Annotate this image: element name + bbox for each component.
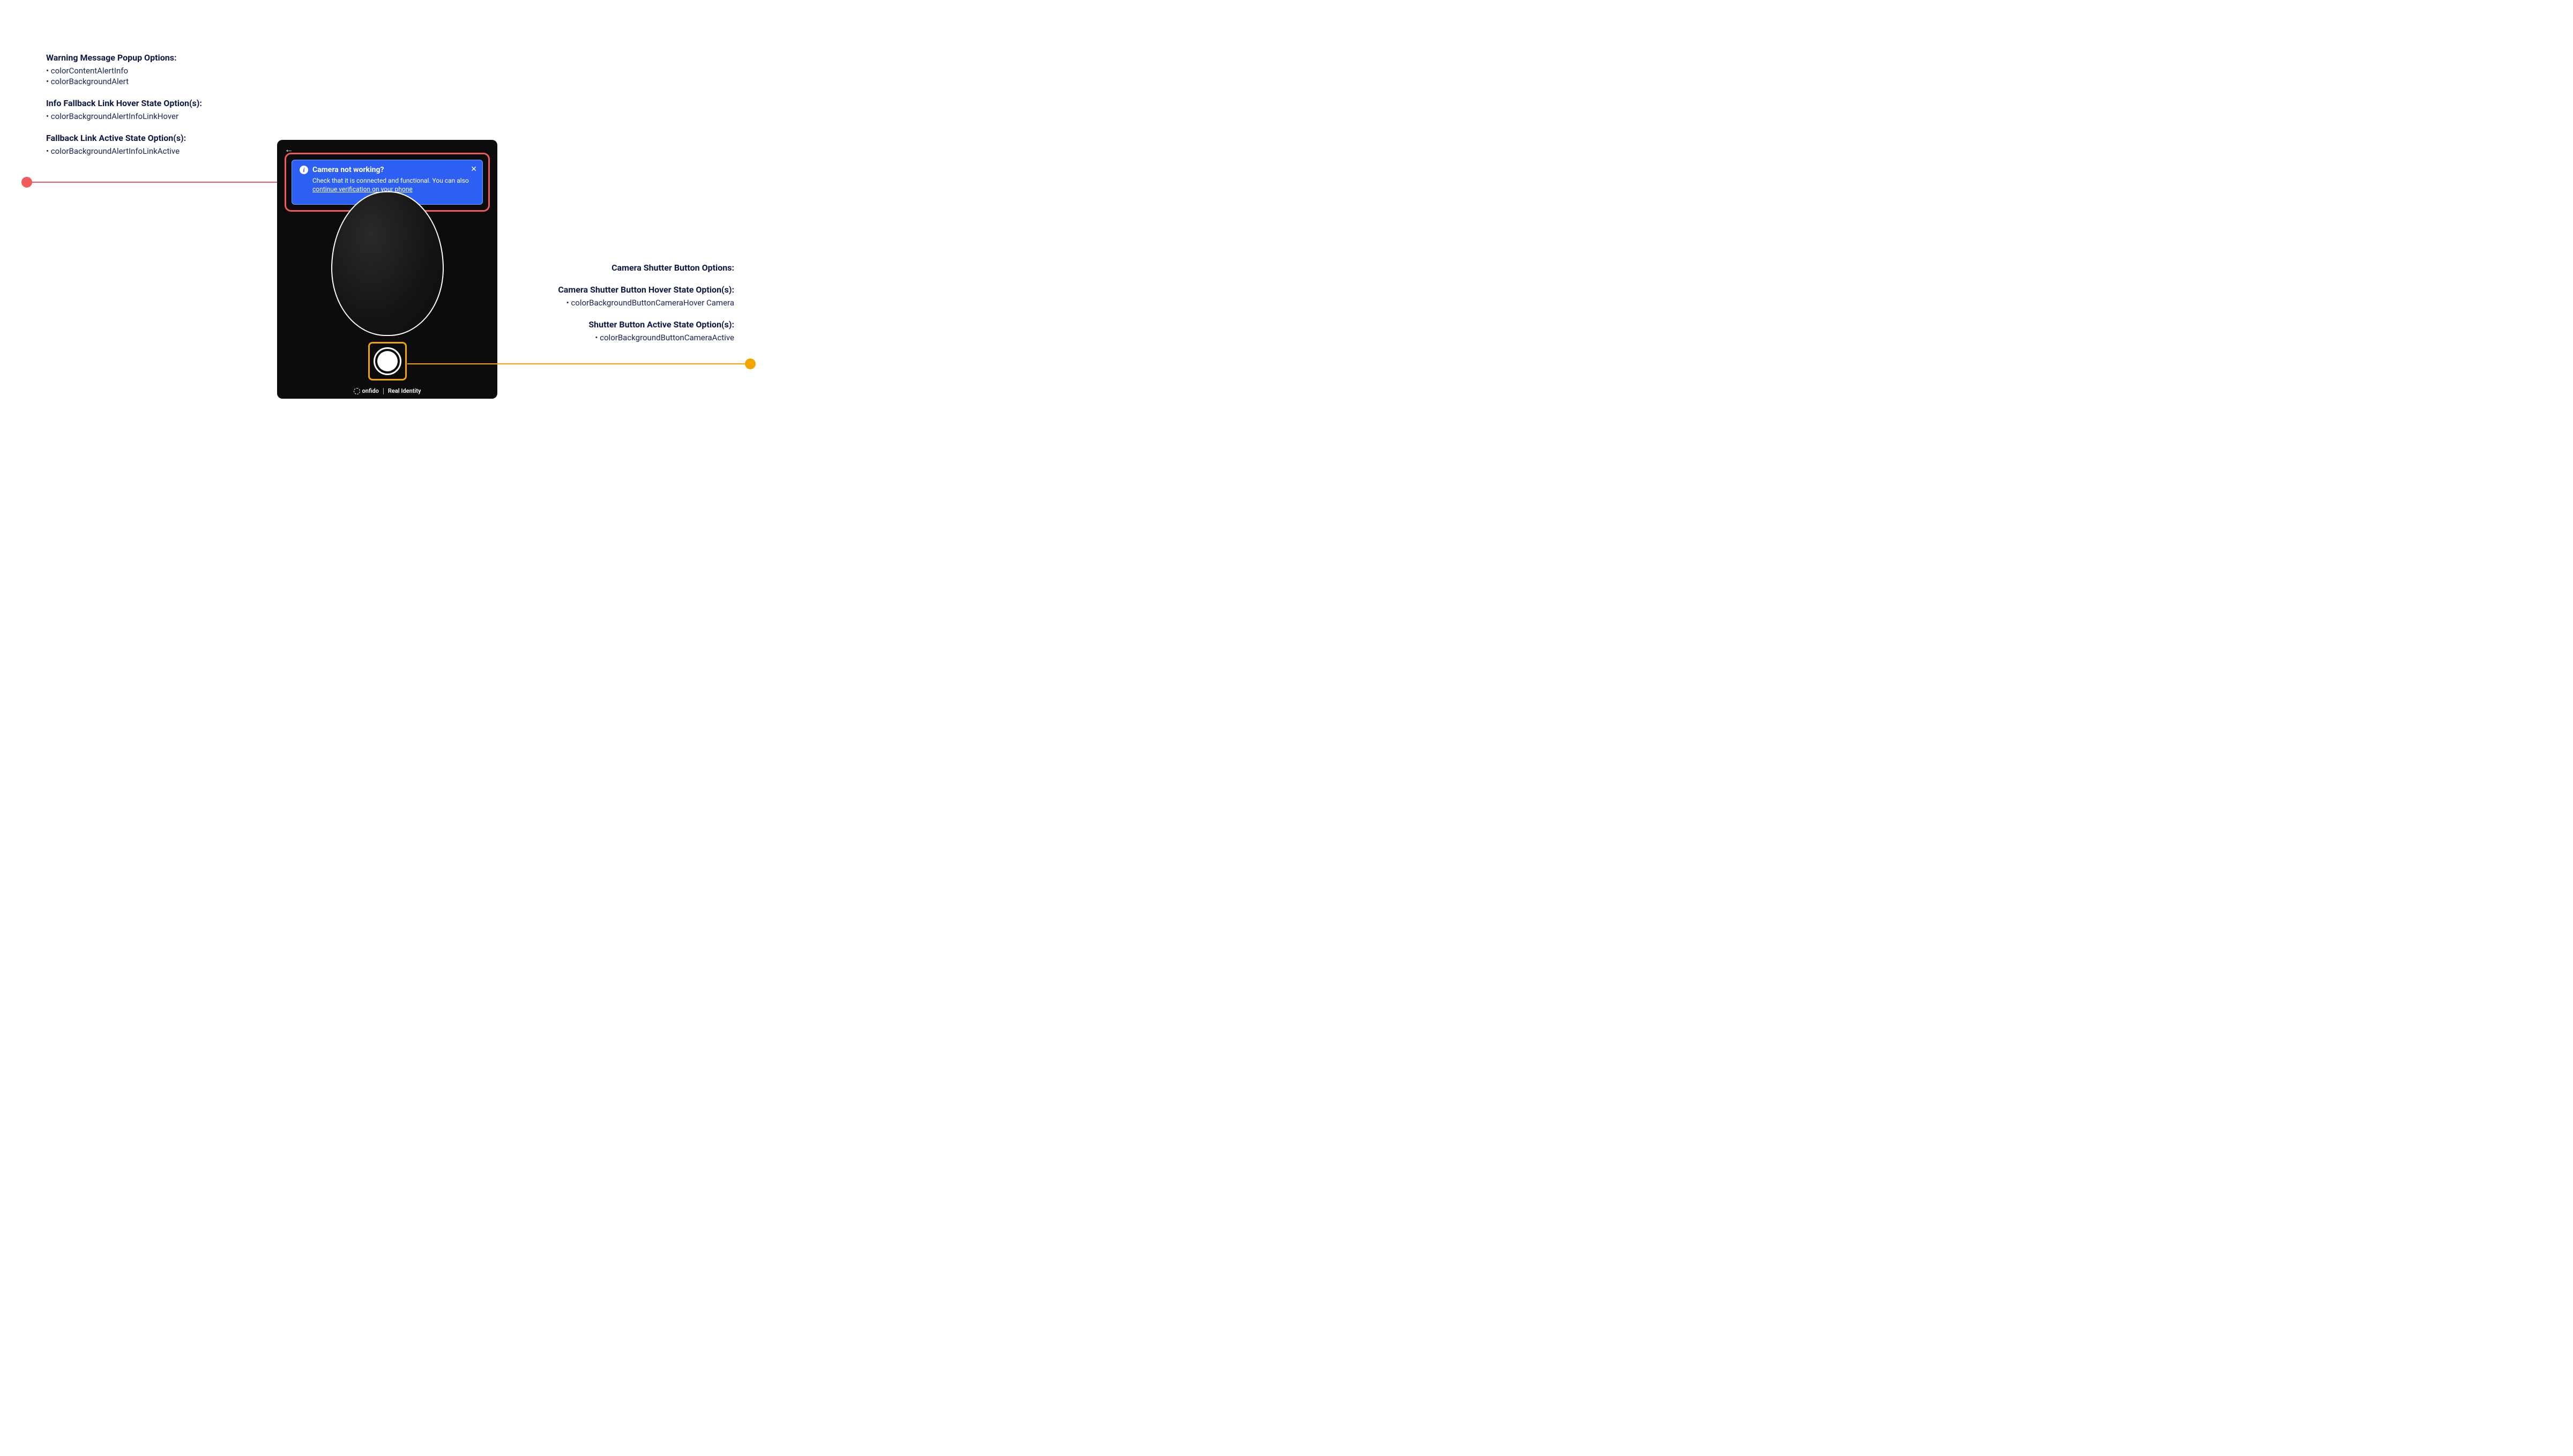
shutter-hover-item-0: • colorBackgroundButtonCameraHover Camer… <box>541 298 734 308</box>
info-icon: i <box>300 166 308 174</box>
warning-popup-item-1: • colorBackgroundAlert <box>46 77 250 86</box>
shutter-highlight-frame <box>368 342 407 380</box>
hover-state-heading: Info Fallback Link Hover State Option(s)… <box>46 98 250 108</box>
left-connector-line <box>31 182 284 183</box>
shutter-hover-heading: Camera Shutter Button Hover State Option… <box>541 285 734 295</box>
active-state-block: Fallback Link Active State Option(s): • … <box>46 133 250 156</box>
right-connector-dot <box>745 359 756 369</box>
face-capture-oval <box>331 191 444 336</box>
shutter-options-heading: Camera Shutter Button Options: <box>541 263 734 273</box>
brand-bar: onfido Real Identity <box>277 387 497 394</box>
sdk-camera-mock: ← i Camera not working? ✕ Check that it … <box>277 140 497 399</box>
alert-title-row: i Camera not working? <box>300 166 475 174</box>
shutter-active-heading: Shutter Button Active State Option(s): <box>541 319 734 330</box>
warning-popup-block: Warning Message Popup Options: • colorCo… <box>46 53 250 86</box>
shutter-options-block: Camera Shutter Button Options: <box>541 263 734 273</box>
shutter-hover-block: Camera Shutter Button Hover State Option… <box>541 285 734 308</box>
brand-separator <box>383 388 384 394</box>
brand-glyph-icon <box>354 388 360 394</box>
shutter-inner-icon <box>377 351 398 371</box>
brand-logo: onfido <box>354 387 379 394</box>
warning-popup-heading: Warning Message Popup Options: <box>46 53 250 63</box>
shutter-active-block: Shutter Button Active State Option(s): •… <box>541 319 734 342</box>
brand-subtitle: Real Identity <box>388 387 421 394</box>
alert-title: Camera not working? <box>312 166 384 174</box>
brand-name: onfido <box>362 387 379 394</box>
camera-shutter-button[interactable] <box>374 347 401 375</box>
right-connector-line <box>407 363 746 364</box>
hover-state-block: Info Fallback Link Hover State Option(s)… <box>46 98 250 121</box>
close-icon[interactable]: ✕ <box>471 165 477 174</box>
hover-state-item-0: • colorBackgroundAlertInfoLinkHover <box>46 111 250 121</box>
left-annotation-group: Warning Message Popup Options: • colorCo… <box>46 53 250 168</box>
active-state-heading: Fallback Link Active State Option(s): <box>46 133 250 143</box>
left-connector-dot <box>21 177 32 188</box>
right-annotation-group: Camera Shutter Button Options: Camera Sh… <box>541 263 734 354</box>
active-state-item-0: • colorBackgroundAlertInfoLinkActive <box>46 146 250 156</box>
warning-popup-item-0: • colorContentAlertInfo <box>46 66 250 76</box>
shutter-active-item-0: • colorBackgroundButtonCameraActive <box>541 333 734 342</box>
alert-body-text: Check that it is connected and functiona… <box>312 177 469 184</box>
